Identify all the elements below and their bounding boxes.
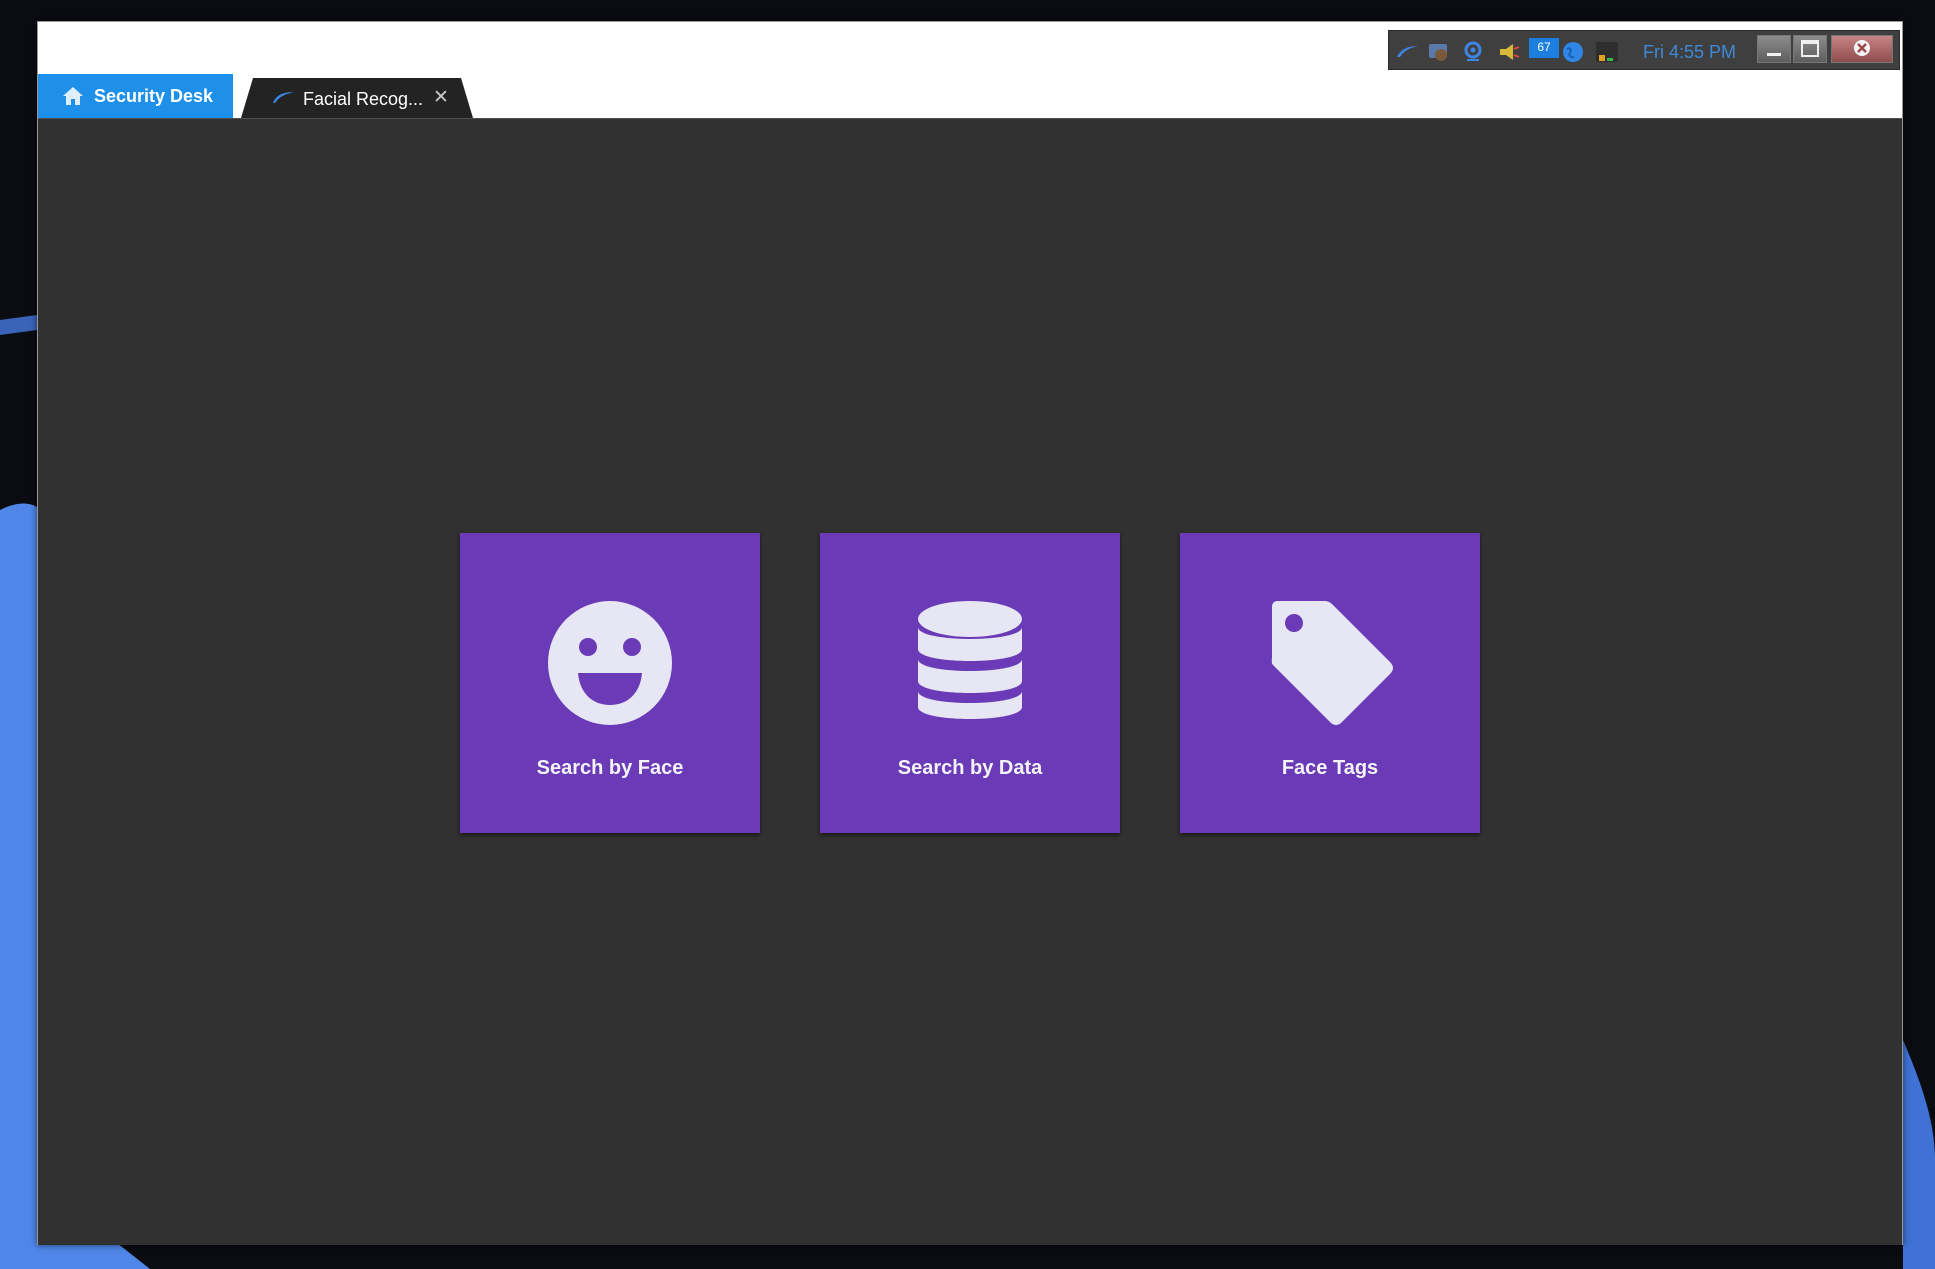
face-tags-tile[interactable]: Face Tags (1180, 533, 1480, 833)
tab-facial-recognition-label: Facial Recog... (303, 89, 424, 109)
tab-facial-recognition[interactable]: Facial Recog... ✕ (241, 78, 473, 118)
home-icon (63, 87, 83, 105)
webcam-icon[interactable] (1461, 41, 1485, 63)
clock: Fri 4:55 PM (1643, 42, 1737, 62)
search-by-data-label: Search by Data (897, 757, 1043, 779)
search-by-face-tile[interactable]: Search by Face (460, 533, 760, 833)
search-by-face-label: Search by Face (536, 757, 684, 779)
smiley-face-icon (548, 601, 672, 725)
search-by-data-tile[interactable]: Search by Data (820, 533, 1120, 833)
system-tray: 67 Fri 4:55 PM (1388, 30, 1900, 70)
genetec-logo-icon[interactable] (1395, 41, 1419, 63)
security-desk-window: Security Desk Facial Recog... ✕ 67 Fri 4… (37, 21, 1903, 1245)
alarm-speaker-icon[interactable] (1497, 41, 1521, 63)
minimize-button[interactable] (1757, 35, 1791, 63)
tab-close-icon[interactable]: ✕ (433, 86, 449, 109)
tab-security-desk[interactable]: Security Desk (38, 74, 233, 118)
minimize-icon (1767, 53, 1781, 56)
notifications-badge[interactable]: 67 (1529, 38, 1559, 58)
database-icon (918, 601, 1022, 719)
face-tags-label: Face Tags (1281, 757, 1379, 779)
facial-recognition-app-icon (273, 92, 294, 103)
globe-icon[interactable] (1561, 41, 1585, 63)
close-button[interactable] (1831, 35, 1893, 63)
tab-security-desk-label: Security Desk (94, 85, 214, 106)
content-area: Search by Face Search by Data Face Tags (38, 118, 1902, 1245)
maximize-icon (1801, 40, 1819, 57)
maximize-button[interactable] (1793, 35, 1827, 63)
tag-icon (1271, 601, 1393, 725)
close-icon (1854, 40, 1870, 56)
resource-meter-icon[interactable] (1595, 41, 1619, 63)
camera-monitor-icon[interactable] (1427, 41, 1451, 63)
title-bar: Security Desk Facial Recog... ✕ 67 Fri 4… (38, 22, 1902, 118)
notifications-count: 67 (1537, 40, 1551, 54)
